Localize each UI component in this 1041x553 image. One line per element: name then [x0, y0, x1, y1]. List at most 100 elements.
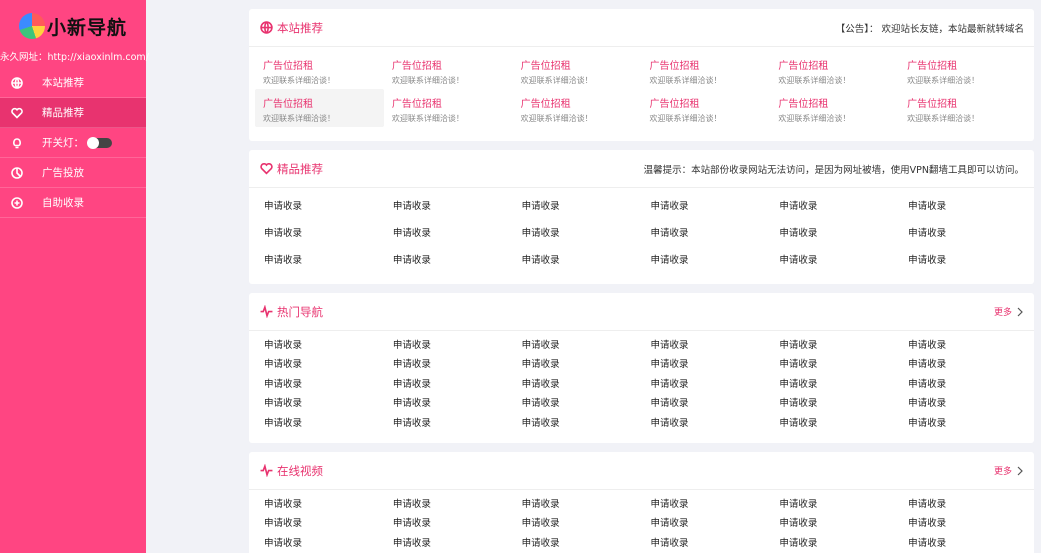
ad-tile[interactable]: 广告位招租 欢迎联系详细洽谈！ [255, 51, 384, 89]
submit-link[interactable]: 申请收录 [770, 495, 899, 514]
submit-link[interactable]: 申请收录 [255, 394, 384, 413]
submit-link[interactable]: 申请收录 [255, 495, 384, 514]
submit-link[interactable]: 申请收录 [770, 220, 899, 247]
submit-link[interactable]: 申请收录 [899, 534, 1028, 553]
ad-subtitle: 欢迎联系详细洽谈！ [907, 76, 980, 85]
submit-link[interactable]: 申请收录 [513, 514, 642, 533]
more-link[interactable]: 更多 [994, 464, 1024, 477]
submit-link[interactable]: 申请收录 [899, 514, 1028, 533]
submit-link[interactable]: 申请收录 [770, 193, 899, 220]
pulse-icon [259, 305, 273, 319]
submit-link[interactable]: 申请收录 [899, 414, 1028, 433]
ad-title: 广告位招租 [649, 99, 700, 110]
ad-tile[interactable]: 广告位招租 欢迎联系详细洽谈！ [899, 51, 1028, 89]
submit-link[interactable]: 申请收录 [255, 220, 384, 247]
submit-link[interactable]: 申请收录 [255, 336, 384, 355]
submit-link[interactable]: 申请收录 [641, 394, 770, 413]
ad-subtitle: 欢迎联系详细洽谈！ [907, 114, 980, 123]
links-grid: 申请收录 申请收录 申请收录 申请收录 申请收录 申请收录 申请收录 申请收录 申请收录 申请收录… [249, 188, 1034, 274]
submit-link[interactable]: 申请收录 [641, 193, 770, 220]
ad-tile[interactable]: 广告位招租 欢迎联系详细洽谈！ [641, 51, 770, 89]
submit-link[interactable]: 申请收录 [384, 355, 513, 374]
submit-link[interactable]: 申请收录 [513, 355, 642, 374]
submit-link[interactable]: 申请收录 [255, 375, 384, 394]
submit-link[interactable]: 申请收录 [384, 193, 513, 220]
submit-link[interactable]: 申请收录 [641, 514, 770, 533]
submit-link[interactable]: 申请收录 [384, 534, 513, 553]
submit-link[interactable]: 申请收录 [513, 336, 642, 355]
submit-link[interactable]: 申请收录 [255, 193, 384, 220]
brand[interactable]: 小新导航 [0, 0, 146, 50]
submit-link[interactable]: 申请收录 [770, 534, 899, 553]
pulse-icon [259, 464, 273, 478]
submit-link[interactable]: 申请收录 [255, 247, 384, 274]
submit-link[interactable]: 申请收录 [384, 336, 513, 355]
sidebar-item-submit[interactable]: 自助收录 [0, 188, 146, 218]
notice: 温馨提示：本站部份收录网站无法访问，是因为网址被墙，使用VPN翻墙工具即可以访问… [643, 164, 1024, 176]
submit-link[interactable]: 申请收录 [770, 336, 899, 355]
submit-link[interactable]: 申请收录 [641, 414, 770, 433]
submit-link[interactable]: 申请收录 [255, 514, 384, 533]
notice: 【公告】： 欢迎站长友链，本站最新就转域名 [835, 23, 1024, 35]
submit-link[interactable]: 申请收录 [513, 495, 642, 514]
submit-link[interactable]: 申请收录 [513, 414, 642, 433]
submit-link[interactable]: 申请收录 [641, 336, 770, 355]
submit-link[interactable]: 申请收录 [770, 247, 899, 274]
ad-tile[interactable]: 广告位招租 欢迎联系详细洽谈！ [513, 51, 642, 89]
submit-link[interactable]: 申请收录 [899, 394, 1028, 413]
submit-link[interactable]: 申请收录 [641, 220, 770, 247]
light-switch[interactable] [87, 136, 112, 149]
sidebar-item-light-toggle[interactable]: 开关灯： [0, 128, 146, 158]
submit-link[interactable]: 申请收录 [255, 534, 384, 553]
more-link[interactable]: 更多 [994, 305, 1024, 318]
ad-tile[interactable]: 广告位招租 欢迎联系详细洽谈！ [770, 89, 899, 127]
submit-link[interactable]: 申请收录 [255, 414, 384, 433]
submit-link[interactable]: 申请收录 [899, 220, 1028, 247]
submit-link[interactable]: 申请收录 [255, 355, 384, 374]
ad-tile[interactable]: 广告位招租 欢迎联系详细洽谈！ [513, 89, 642, 127]
sidebar-item-ads[interactable]: 广告投放 [0, 158, 146, 188]
submit-link[interactable]: 申请收录 [899, 336, 1028, 355]
submit-link[interactable]: 申请收录 [641, 355, 770, 374]
ad-title: 广告位招租 [907, 99, 958, 110]
submit-link[interactable]: 申请收录 [384, 247, 513, 274]
submit-link[interactable]: 申请收录 [641, 375, 770, 394]
ad-tile[interactable]: 广告位招租 欢迎联系详细洽谈！ [641, 89, 770, 127]
submit-link[interactable]: 申请收录 [770, 394, 899, 413]
ad-tile[interactable]: 广告位招租 欢迎联系详细洽谈！ [384, 51, 513, 89]
submit-link[interactable]: 申请收录 [641, 534, 770, 553]
submit-link[interactable]: 申请收录 [641, 247, 770, 274]
submit-link[interactable]: 申请收录 [513, 220, 642, 247]
submit-link[interactable]: 申请收录 [384, 220, 513, 247]
submit-link[interactable]: 申请收录 [384, 514, 513, 533]
ads-grid: 广告位招租 欢迎联系详细洽谈！ 广告位招租 欢迎联系详细洽谈！ 广告位招租 欢迎联系详细洽… [249, 47, 1034, 127]
submit-link[interactable]: 申请收录 [384, 414, 513, 433]
sidebar-item-featured[interactable]: 精品推荐 [0, 98, 146, 128]
submit-link[interactable]: 申请收录 [770, 414, 899, 433]
submit-link[interactable]: 申请收录 [770, 514, 899, 533]
ad-tile[interactable]: 广告位招租 欢迎联系详细洽谈！ [255, 89, 384, 127]
submit-link[interactable]: 申请收录 [899, 375, 1028, 394]
submit-link[interactable]: 申请收录 [641, 495, 770, 514]
ad-subtitle: 欢迎联系详细洽谈！ [778, 76, 851, 85]
ad-tile[interactable]: 广告位招租 欢迎联系详细洽谈！ [384, 89, 513, 127]
submit-link[interactable]: 申请收录 [899, 355, 1028, 374]
submit-link[interactable]: 申请收录 [513, 375, 642, 394]
submit-link[interactable]: 申请收录 [899, 495, 1028, 514]
submit-link[interactable]: 申请收录 [770, 355, 899, 374]
submit-link[interactable]: 申请收录 [899, 247, 1028, 274]
sidebar-item-recommend[interactable]: 本站推荐 [0, 68, 146, 98]
heart-icon [10, 106, 24, 120]
ad-tile[interactable]: 广告位招租欢迎联系详细洽谈！ [899, 89, 1028, 127]
submit-link[interactable]: 申请收录 [384, 375, 513, 394]
submit-link[interactable]: 申请收录 [899, 193, 1028, 220]
submit-link[interactable]: 申请收录 [770, 375, 899, 394]
submit-link[interactable]: 申请收录 [384, 394, 513, 413]
submit-link[interactable]: 申请收录 [513, 534, 642, 553]
submit-link[interactable]: 申请收录 [513, 394, 642, 413]
ad-tile[interactable]: 广告位招租 欢迎联系详细洽谈！ [770, 51, 899, 89]
submit-link[interactable]: 申请收录 [384, 495, 513, 514]
video-card: 在线视频 更多 申请收录 申请收录 申请收录 申请收录 申请收录 申请收录 申请收录 申请收录… [249, 452, 1034, 553]
submit-link[interactable]: 申请收录 [513, 247, 642, 274]
submit-link[interactable]: 申请收录 [513, 193, 642, 220]
